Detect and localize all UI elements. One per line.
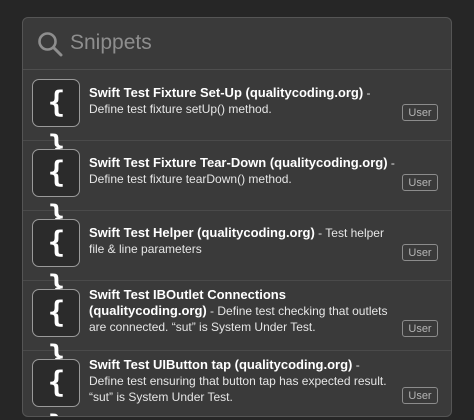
item-description: Define test ensuring that button tap has… — [89, 374, 387, 404]
user-badge: User — [402, 174, 438, 191]
list-item[interactable]: { } Swift Test UIButton tap (qualitycodi… — [23, 351, 451, 416]
list-item[interactable]: { } Swift Test Fixture Set-Up (qualityco… — [23, 71, 451, 163]
item-title: Swift Test Helper (qualitycoding.org) — [89, 225, 315, 240]
item-description: Define test fixture setUp() method. — [89, 102, 272, 116]
list-item[interactable]: { } Swift Test Helper (qualitycoding.org… — [23, 211, 451, 303]
curly-braces-icon: { } — [32, 359, 80, 416]
search-input[interactable] — [70, 28, 430, 58]
item-text: Swift Test Fixture Tear-Down (qualitycod… — [89, 155, 395, 187]
curly-braces-icon: { } — [32, 219, 80, 303]
user-badge: User — [402, 244, 438, 261]
item-title: Swift Test UIButton tap (qualitycoding.o… — [89, 357, 353, 372]
curly-braces-icon: { } — [32, 79, 80, 163]
curly-braces-icon: { } — [32, 149, 80, 233]
item-text: Swift Test Helper (qualitycoding.org) - … — [89, 225, 395, 257]
item-text: Swift Test IBOutlet Connections (quality… — [89, 287, 395, 335]
search-bar — [23, 18, 451, 70]
snippet-list: { } Swift Test Fixture Set-Up (qualityco… — [23, 71, 451, 416]
item-separator: - — [363, 86, 371, 100]
item-text: Swift Test Fixture Set-Up (qualitycoding… — [89, 85, 395, 117]
item-separator: - — [387, 156, 395, 170]
user-badge: User — [402, 320, 438, 337]
snippets-panel: { } Swift Test Fixture Set-Up (qualityco… — [22, 17, 452, 417]
item-separator: - — [352, 358, 360, 372]
curly-braces-icon: { } — [32, 289, 80, 373]
list-item[interactable]: { } Swift Test IBOutlet Connections (qua… — [23, 281, 451, 373]
list-item[interactable]: { } Swift Test Fixture Tear-Down (qualit… — [23, 141, 451, 233]
search-icon — [38, 32, 63, 57]
user-badge: User — [402, 104, 438, 121]
item-description: Define test fixture tearDown() method. — [89, 172, 292, 186]
item-separator: - — [314, 226, 326, 240]
item-title: Swift Test Fixture Tear-Down (qualitycod… — [89, 155, 388, 170]
user-badge: User — [402, 387, 438, 404]
item-text: Swift Test UIButton tap (qualitycoding.o… — [89, 357, 395, 405]
item-title: Swift Test Fixture Set-Up (qualitycoding… — [89, 85, 364, 100]
item-separator: - — [206, 304, 218, 318]
